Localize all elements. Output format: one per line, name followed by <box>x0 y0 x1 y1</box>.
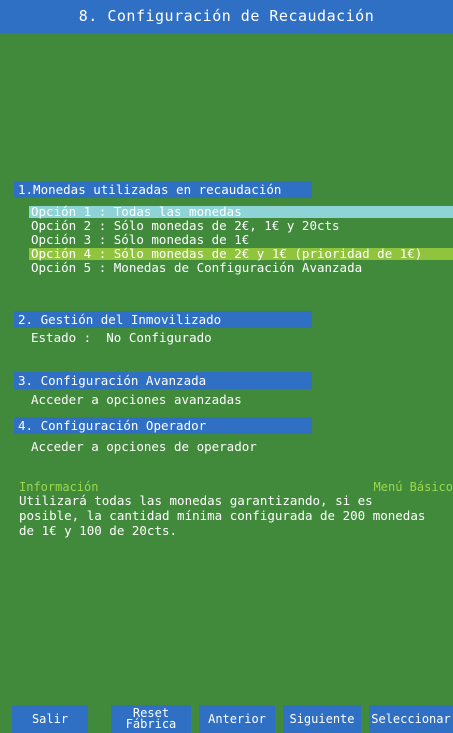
option-3[interactable]: Opción 3 : Sólo monedas de 1€ <box>31 233 249 246</box>
estado-value: No Configurado <box>106 330 212 345</box>
section-monedas-header: 1.Monedas utilizadas en recaudación <box>14 181 312 198</box>
option-2[interactable]: Opción 2 : Sólo monedas de 2€, 1€ y 20ct… <box>31 219 340 232</box>
anterior-button[interactable]: Anterior <box>199 705 275 733</box>
page-title: 8. Configuración de Recaudación <box>0 0 453 33</box>
seleccionar-button[interactable]: Seleccionar <box>369 705 453 733</box>
salir-button[interactable]: Salir <box>12 705 88 733</box>
siguiente-button[interactable]: Siguiente <box>283 705 361 733</box>
avanzada-link[interactable]: Acceder a opciones avanzadas <box>31 393 242 406</box>
section-inmovilizado-header: 2. Gestión del Inmovilizado <box>14 311 312 328</box>
option-4[interactable]: Opción 4 : Sólo monedas de 2€ y 1€ (prio… <box>31 247 422 260</box>
section-avanzada-header: 3. Configuración Avanzada <box>14 372 312 389</box>
estado-row[interactable]: Estado : No Configurado <box>31 330 212 345</box>
reset-fabrica-button[interactable]: Reset Fábrica <box>111 705 191 733</box>
section-operador-header: 4. Configuración Operador <box>14 417 312 434</box>
info-title: Información <box>19 480 99 494</box>
option-5[interactable]: Opción 5 : Monedas de Configuración Avan… <box>31 261 362 274</box>
info-text: Utilizará todas las monedas garantizando… <box>19 493 426 538</box>
button-bar: Salir Reset Fábrica Anterior Siguiente S… <box>0 705 453 733</box>
estado-label: Estado : <box>31 330 92 345</box>
option-1[interactable]: Opción 1 : Todas las monedas <box>31 205 242 218</box>
operador-link[interactable]: Acceder a opciones de operador <box>31 440 257 453</box>
menu-mode-label: Menú Básico <box>373 480 453 494</box>
